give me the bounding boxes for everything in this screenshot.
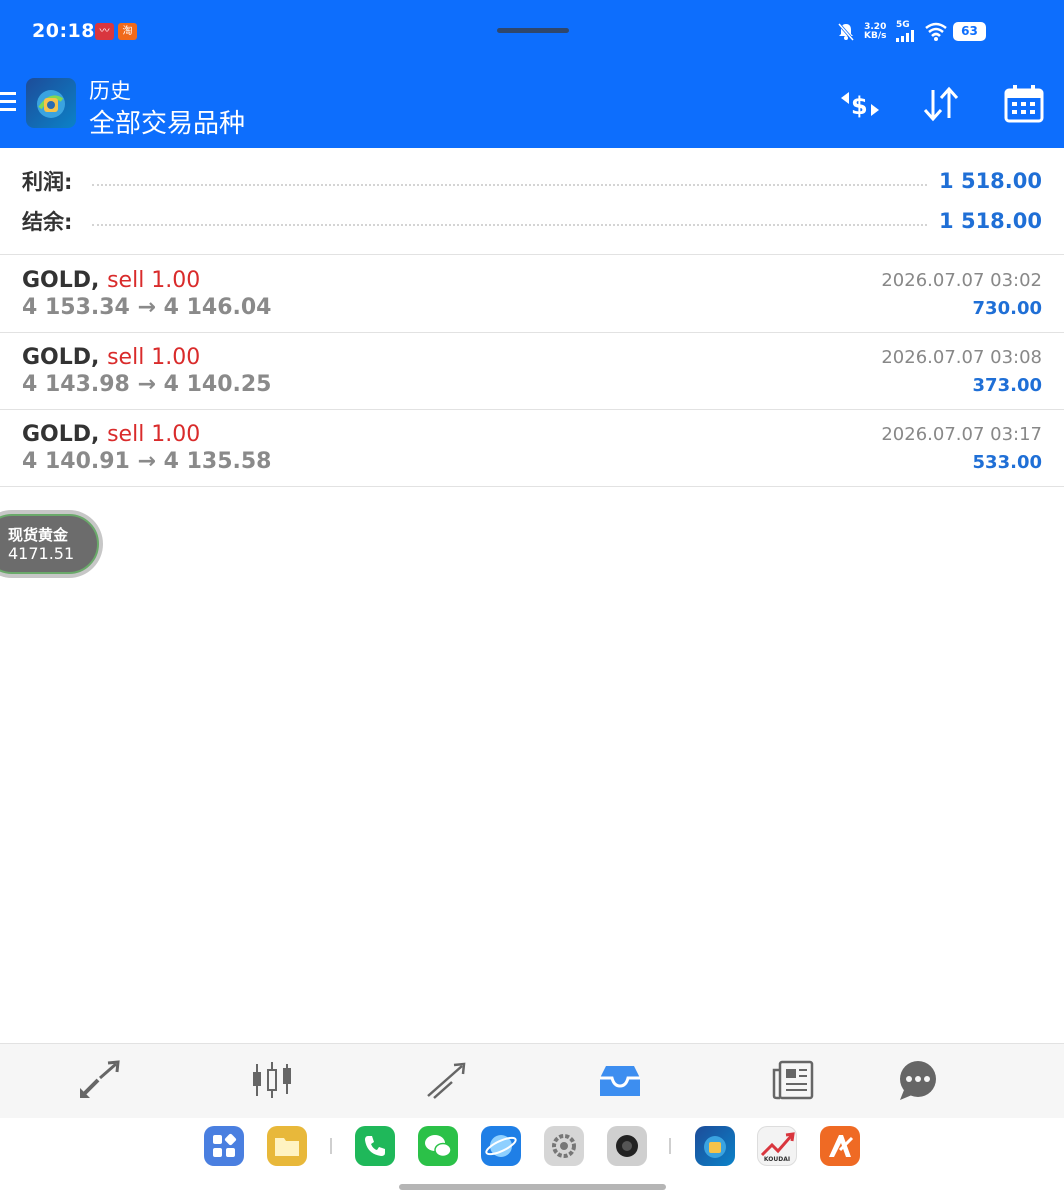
deal-prices: 4 143.98 → 4 140.25 — [22, 372, 272, 397]
stock-app-notification-icon: 〰 — [95, 23, 114, 40]
wifi-icon — [925, 22, 947, 41]
leader-dots — [92, 176, 928, 186]
metatrader-logo — [26, 78, 76, 128]
trading-app[interactable] — [820, 1126, 860, 1166]
deal-row[interactable]: GOLD, sell 1.00 4 153.34 → 4 146.04 2026… — [0, 256, 1064, 333]
page-subtitle: 历史 — [89, 79, 131, 103]
status-time: 20:18 — [32, 20, 95, 42]
nav-chart[interactable] — [248, 1058, 296, 1102]
wechat-app[interactable] — [418, 1126, 458, 1166]
chat-icon — [900, 1061, 936, 1100]
floating-widget-label: 现货黄金 — [8, 526, 69, 544]
deal-type: sell 1.00 — [107, 345, 201, 370]
chart-icon — [253, 1062, 291, 1098]
deal-type: sell 1.00 — [107, 422, 201, 447]
nav-news[interactable] — [770, 1058, 818, 1102]
deal-type: sell 1.00 — [107, 268, 201, 293]
nav-quotes[interactable] — [76, 1058, 124, 1102]
nav-chat[interactable] — [894, 1058, 942, 1102]
phone-app[interactable] — [355, 1126, 395, 1166]
balance-value: 1 518.00 — [939, 209, 1042, 233]
floating-widget-value: 4171.51 — [8, 544, 75, 563]
calendar-button[interactable] — [1001, 82, 1047, 126]
deal-profit: 373.00 — [972, 375, 1042, 396]
svg-text:$: $ — [851, 92, 868, 120]
metatrader-icon — [704, 1136, 726, 1158]
deal-prices: 4 153.34 → 4 146.04 — [22, 295, 272, 320]
balance-row: 结余: 1 518.00 — [22, 204, 1042, 238]
floating-gold-price-widget[interactable]: 现货黄金 4171.51 — [0, 510, 103, 578]
deal-title: GOLD, sell 1.00 — [22, 422, 200, 447]
system-dock: KOUDAI — [0, 1118, 1064, 1200]
taobao-notification-icon: 淘 — [118, 23, 137, 40]
deal-title: GOLD, sell 1.00 — [22, 268, 200, 293]
home-indicator[interactable] — [399, 1184, 666, 1190]
metatrader-app[interactable] — [695, 1126, 735, 1166]
news-icon — [772, 1060, 814, 1100]
bottom-navigation — [0, 1043, 1064, 1118]
top-handle — [497, 28, 569, 33]
history-icon — [600, 1066, 640, 1096]
files-app[interactable] — [267, 1126, 307, 1166]
profit-value: 1 518.00 — [939, 169, 1042, 193]
deal-symbol: GOLD, — [22, 422, 100, 447]
deal-profit: 730.00 — [972, 298, 1042, 319]
battery-indicator: 63 — [953, 22, 986, 41]
phone-icon — [365, 1136, 385, 1156]
nav-history[interactable] — [596, 1058, 644, 1102]
deal-row[interactable]: GOLD, sell 1.00 4 143.98 → 4 140.25 2026… — [0, 333, 1064, 410]
profit-label: 利润: — [22, 170, 73, 194]
nav-trade[interactable] — [422, 1058, 470, 1102]
currency-exchange-icon: $ — [841, 92, 879, 120]
floating-widget-body: 现货黄金 4171.51 — [0, 514, 99, 574]
currency-exchange-button[interactable]: $ — [837, 82, 883, 126]
koudai-label: KOUDAI — [763, 1156, 791, 1163]
leader-dots — [92, 216, 928, 226]
net-speed-unit: KB/s — [864, 31, 887, 41]
deal-time: 2026.07.07 03:08 — [881, 347, 1042, 368]
sort-button[interactable] — [918, 82, 964, 126]
camera-icon — [616, 1135, 638, 1157]
koudai-app[interactable]: KOUDAI — [757, 1126, 797, 1166]
ak-logo-icon — [829, 1135, 854, 1157]
network-type: 5G — [896, 21, 918, 42]
mute-bell-icon — [837, 23, 855, 41]
settings-app[interactable] — [544, 1126, 584, 1166]
page-title[interactable]: 全部交易品种 — [89, 103, 245, 140]
wechat-icon — [425, 1135, 452, 1158]
network-type-label: 5G — [896, 20, 910, 30]
deal-row[interactable]: GOLD, sell 1.00 4 140.91 → 4 135.58 2026… — [0, 410, 1064, 487]
app-grid-icon — [213, 1133, 237, 1157]
sort-icon — [923, 86, 959, 122]
deal-time: 2026.07.07 03:17 — [881, 424, 1042, 445]
summary-panel: 利润: 1 518.00 结余: 1 518.00 — [0, 148, 1064, 255]
deal-profit: 533.00 — [972, 452, 1042, 473]
header: 20:18 〰 淘 3.20 KB/s 5G 63 历史 全部交易品种 $ — [0, 0, 1064, 148]
browser-app[interactable] — [481, 1126, 521, 1166]
profit-row: 利润: 1 518.00 — [22, 164, 1042, 198]
net-speed: 3.20 KB/s — [864, 23, 886, 41]
quotes-icon — [80, 1060, 120, 1098]
trade-icon — [427, 1062, 466, 1099]
balance-label: 结余: — [22, 210, 73, 234]
deal-time: 2026.07.07 03:02 — [881, 270, 1042, 291]
deal-symbol: GOLD, — [22, 268, 100, 293]
calendar-icon — [1004, 85, 1044, 123]
deal-prices: 4 140.91 → 4 135.58 — [22, 449, 272, 474]
deal-symbol: GOLD, — [22, 345, 100, 370]
notification-badges: 〰 淘 — [95, 23, 137, 40]
deal-title: GOLD, sell 1.00 — [22, 345, 200, 370]
signal-icon — [896, 30, 914, 42]
folder-icon — [275, 1138, 299, 1156]
camera-app[interactable] — [607, 1126, 647, 1166]
dock-separator — [330, 1138, 332, 1154]
gear-icon — [552, 1134, 576, 1158]
menu-button[interactable] — [0, 92, 18, 116]
dock-separator — [669, 1138, 671, 1154]
browser-icon — [485, 1135, 517, 1157]
app-drawer-app[interactable] — [204, 1126, 244, 1166]
